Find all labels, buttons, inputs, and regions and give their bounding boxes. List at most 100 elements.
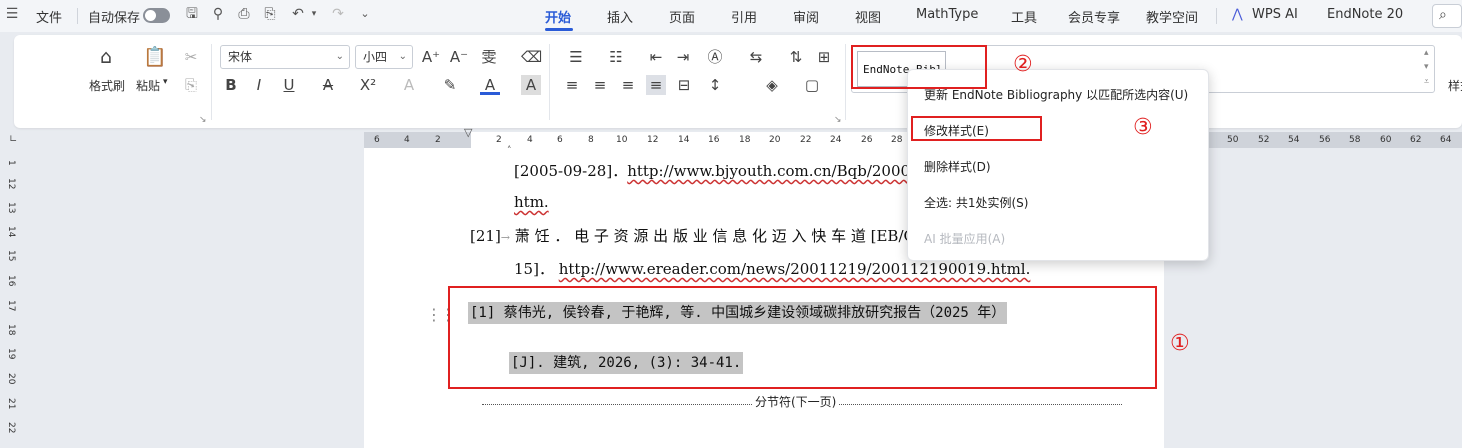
vruler-tick: 1 bbox=[6, 160, 16, 166]
reference-21-line2: 15]． http://www.ereader.com/news/2001121… bbox=[514, 258, 1030, 279]
gallery-scroll-down-icon[interactable]: ▾ bbox=[1424, 62, 1429, 72]
annotation-box-style bbox=[851, 45, 987, 89]
vruler-tick: 12 bbox=[6, 178, 16, 190]
font-launcher-icon[interactable]: ↘ bbox=[834, 115, 842, 125]
font-color-icon[interactable]: A bbox=[480, 75, 500, 95]
vruler-tick: 21 bbox=[6, 398, 16, 410]
more-icon[interactable]: ⌄ bbox=[357, 6, 373, 22]
font-name-select[interactable]: 宋体 ⌄ bbox=[220, 45, 350, 69]
vruler-tick: 16 bbox=[6, 275, 16, 287]
paste-icon[interactable]: 📋 bbox=[143, 47, 167, 67]
tab-review[interactable]: 审阅 bbox=[793, 7, 819, 26]
show-marks-icon[interactable]: ⊞ bbox=[814, 47, 834, 67]
phonetic-guide-icon[interactable]: 雯 bbox=[479, 47, 499, 67]
print-preview-icon[interactable]: ⎘ bbox=[262, 6, 278, 22]
menu-item-ai-batch: AI 批量应用(A) bbox=[924, 232, 1006, 246]
autosave-toggle[interactable] bbox=[143, 8, 170, 23]
ruler-tick: 2 bbox=[435, 135, 441, 145]
autosave-label: 自动保存 bbox=[88, 11, 141, 26]
paste-button[interactable]: 粘贴 bbox=[136, 77, 160, 94]
annotation-label-three: ③ bbox=[1133, 115, 1153, 140]
menu-icon[interactable]: ☰ bbox=[4, 6, 20, 22]
distribute-icon[interactable]: ⊟ bbox=[674, 75, 694, 95]
reference-number: [21] bbox=[470, 227, 501, 245]
tab-wps-ai[interactable]: WPS AI bbox=[1252, 7, 1298, 22]
divider bbox=[1216, 8, 1217, 24]
italic-icon[interactable]: I bbox=[249, 75, 269, 95]
borders-icon[interactable]: ▢ bbox=[802, 75, 822, 95]
shrink-font-icon[interactable]: A⁻ bbox=[449, 47, 469, 67]
clipboard-launcher-icon[interactable]: ↘ bbox=[199, 115, 207, 125]
file-menu[interactable]: 文件 bbox=[36, 7, 62, 26]
menu-item-select-all[interactable]: 全选: 共1处实例(S) bbox=[924, 194, 1028, 211]
gallery-scroll-up-icon[interactable]: ▴ bbox=[1424, 48, 1429, 58]
decrease-indent-icon[interactable]: ⇤ bbox=[646, 47, 666, 67]
reference-link[interactable]: http://www.ereader.com/news/20011219/200… bbox=[559, 260, 1031, 278]
tab-endnote[interactable]: EndNote 20 bbox=[1327, 7, 1403, 22]
save-icon[interactable]: 🖫 bbox=[184, 6, 200, 22]
format-painter-icon[interactable]: ⌂ bbox=[96, 47, 116, 67]
vruler-tick: 20 bbox=[6, 373, 16, 385]
tab-view[interactable]: 视图 bbox=[855, 7, 881, 26]
increase-indent-icon[interactable]: ⇥ bbox=[673, 47, 693, 67]
active-tab-indicator bbox=[545, 28, 573, 31]
superscript-icon[interactable]: X² bbox=[358, 75, 378, 95]
vruler-tick: 18 bbox=[6, 324, 16, 336]
align-left-icon[interactable]: ≡ bbox=[562, 75, 582, 95]
format-painter-button[interactable]: 格式刷 bbox=[89, 77, 125, 94]
wps-ai-icon[interactable]: ⋀ bbox=[1232, 7, 1243, 22]
sort-icon[interactable]: ⇅ bbox=[786, 47, 806, 67]
line-spacing-icon[interactable]: ↕ bbox=[705, 75, 725, 95]
highlight-icon[interactable]: ✎ bbox=[440, 75, 460, 95]
chevron-down-icon: ⌄ bbox=[335, 51, 344, 62]
justify-icon[interactable]: ≡ bbox=[646, 75, 666, 95]
tab-references[interactable]: 引用 bbox=[731, 7, 757, 26]
char-shading-icon[interactable]: A bbox=[521, 75, 541, 95]
underline-icon[interactable]: U bbox=[279, 75, 299, 95]
cut-icon[interactable]: ✂ bbox=[181, 47, 201, 67]
divider bbox=[77, 8, 78, 24]
search-box[interactable]: ⌕ bbox=[1432, 4, 1462, 28]
shading-icon[interactable]: ◈ bbox=[762, 75, 782, 95]
reference-text: 萧 饪 ． 电 子 资 源 出 版 业 信 息 化 迈 入 快 车 道 [EB/… bbox=[514, 227, 915, 245]
font-size-select[interactable]: 小四 ⌄ bbox=[355, 45, 413, 69]
numbering-icon[interactable]: ☷ bbox=[606, 47, 626, 67]
reference-link[interactable]: http://www.bjyouth.com.cn/Bqb/2000041 bbox=[627, 162, 938, 180]
print-icon[interactable]: ⎙ bbox=[236, 6, 252, 22]
tab-member[interactable]: 会员专享 bbox=[1068, 7, 1120, 26]
menu-item-delete-style[interactable]: 删除样式(D) bbox=[924, 158, 991, 175]
gallery-expand-icon[interactable]: ⩡ bbox=[1424, 77, 1429, 87]
ruler-tick: 26 bbox=[861, 135, 873, 145]
clear-format-icon[interactable]: ⌫ bbox=[521, 47, 542, 67]
ruler-tick: 58 bbox=[1349, 135, 1361, 145]
bold-icon[interactable]: B bbox=[221, 75, 241, 95]
ruler-tick: 64 bbox=[1440, 135, 1452, 145]
tab-stop-icon[interactable]: ∟ bbox=[9, 134, 17, 145]
text-direction-icon[interactable]: Ⓐ bbox=[705, 47, 725, 67]
first-line-indent-icon[interactable]: ▽ bbox=[464, 126, 472, 139]
paste-dropdown-icon[interactable]: ▾ bbox=[163, 77, 168, 87]
share-icon[interactable]: ⚲ bbox=[210, 6, 226, 22]
tab-home[interactable]: 开始 bbox=[545, 7, 571, 26]
divider bbox=[845, 44, 846, 120]
strikethrough-icon[interactable]: A bbox=[318, 75, 338, 95]
undo-icon[interactable]: ↶ bbox=[290, 6, 306, 22]
align-center-icon[interactable]: ≡ bbox=[590, 75, 610, 95]
tab-teaching[interactable]: 教学空间 bbox=[1146, 7, 1198, 26]
tab-insert[interactable]: 插入 bbox=[607, 7, 633, 26]
ruler-tick: 14 bbox=[678, 135, 690, 145]
sort-arrows-icon[interactable]: ⇆ bbox=[746, 47, 766, 67]
tab-mathtype[interactable]: MathType bbox=[916, 7, 978, 22]
text-effect-icon[interactable]: A bbox=[399, 75, 419, 95]
ruler-tick: 50 bbox=[1227, 135, 1239, 145]
ruler-tick: 20 bbox=[769, 135, 781, 145]
align-right-icon[interactable]: ≡ bbox=[618, 75, 638, 95]
undo-dropdown-icon[interactable]: ▾ bbox=[306, 6, 322, 22]
redo-icon[interactable]: ↷ bbox=[330, 6, 346, 22]
bullets-icon[interactable]: ☰ bbox=[566, 47, 586, 67]
copy-icon[interactable]: ⎘ bbox=[181, 75, 201, 95]
tab-tools[interactable]: 工具 bbox=[1011, 7, 1037, 26]
reference-link-continued[interactable]: htm. bbox=[514, 193, 549, 211]
tab-page[interactable]: 页面 bbox=[669, 7, 695, 26]
grow-font-icon[interactable]: A⁺ bbox=[421, 47, 441, 67]
